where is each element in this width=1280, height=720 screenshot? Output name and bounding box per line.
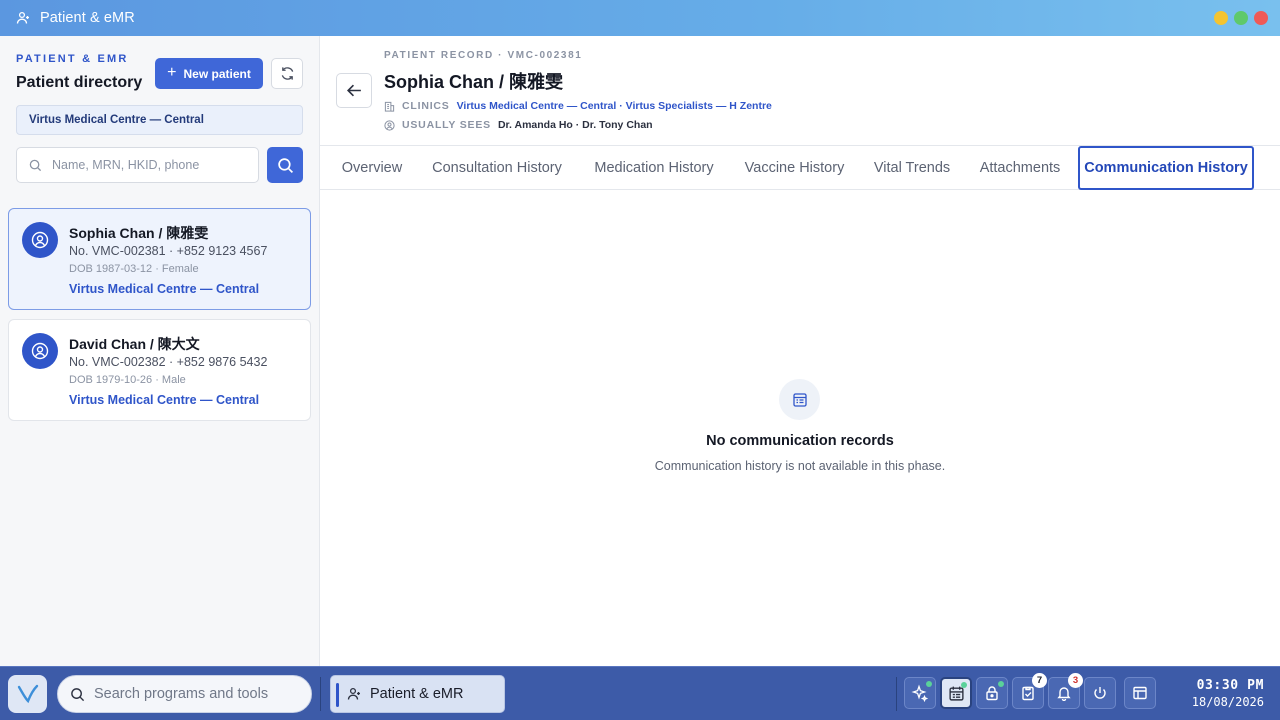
search-icon — [71, 687, 85, 701]
sparkle-icon — [911, 684, 929, 702]
patient-app-icon — [347, 687, 360, 700]
patient-record-panel: PATIENT RECORD · VMC-002381 Sophia Chan … — [320, 36, 1280, 666]
sidebar-kicker: PATIENT & EMR — [16, 53, 129, 65]
search-button[interactable] — [267, 147, 303, 183]
user-circle-icon — [31, 342, 49, 360]
tab-attachments[interactable]: Attachments — [976, 146, 1064, 190]
layout-icon — [1133, 686, 1147, 700]
notifications-button[interactable]: 3 — [1048, 673, 1083, 709]
refresh-button[interactable] — [271, 58, 303, 89]
record-kicker: PATIENT RECORD · VMC-002381 — [384, 50, 583, 61]
avatar — [22, 333, 58, 369]
record-title: Sophia Chan / 陳雅雯 — [384, 72, 564, 92]
clinics-row: CLINICS Virtus Medical Centre — Central … — [384, 100, 772, 112]
patient-search-box[interactable] — [16, 147, 259, 183]
patient-card[interactable]: Sophia Chan / 陳雅雯 No. VMC-002381 · +852 … — [8, 208, 311, 310]
lock-button[interactable] — [976, 677, 1008, 709]
taskbar-divider — [320, 677, 321, 711]
bell-icon — [1057, 687, 1071, 701]
empty-state-title: No communication records — [706, 433, 894, 449]
clipboard-check-icon — [1022, 686, 1034, 701]
record-tabs: Overview Consultation History Medication… — [320, 145, 1280, 190]
maximize-button[interactable] — [1234, 11, 1248, 25]
patient-search-input[interactable] — [52, 158, 242, 172]
tab-overview[interactable]: Overview — [340, 146, 404, 190]
user-circle-icon — [384, 119, 396, 131]
notifications-badge: 3 — [1068, 673, 1083, 688]
patient-contact: No. VMC-002382 · +852 9876 5432 — [69, 355, 268, 369]
clock-time: 03:30 PM — [1196, 678, 1264, 693]
taskbar-divider — [896, 677, 897, 711]
back-button[interactable] — [336, 73, 372, 108]
tab-vaccine-history[interactable]: Vaccine History — [741, 146, 848, 190]
patient-clinic: Virtus Medical Centre — Central — [69, 393, 260, 407]
status-dot — [998, 681, 1004, 687]
title-bar: Patient & eMR — [0, 0, 1280, 36]
task-patient-emr[interactable]: Patient & eMR — [330, 675, 505, 713]
tab-consultation-history[interactable]: Consultation History — [427, 146, 567, 190]
avatar — [22, 222, 58, 258]
arrow-left-icon — [346, 84, 361, 97]
patient-app-icon — [16, 11, 30, 25]
close-button[interactable] — [1254, 11, 1268, 25]
system-clock: 03:30 PM 18/08/2026 — [1192, 678, 1264, 709]
patient-dob: DOB 1987-03-12 · Female — [69, 263, 199, 275]
search-icon — [29, 159, 42, 171]
plus-icon: + — [167, 64, 177, 81]
tasks-button[interactable]: 7 — [1012, 673, 1047, 709]
window-title: Patient & eMR — [40, 10, 135, 26]
message-list-icon — [779, 379, 820, 420]
empty-state-subtitle: Communication history is not available i… — [654, 459, 946, 473]
clinics-label: CLINICS — [402, 100, 450, 112]
lock-icon — [986, 686, 998, 701]
tab-vital-trends[interactable]: Vital Trends — [871, 146, 953, 190]
active-indicator — [336, 683, 339, 707]
usually-sees-value: Dr. Amanda Ho · Dr. Tony Chan — [497, 119, 653, 131]
tasks-badge: 7 — [1032, 673, 1047, 688]
patient-name: Sophia Chan / 陳雅雯 — [69, 225, 209, 241]
sidebar-title: Patient directory — [16, 74, 143, 91]
search-icon — [277, 157, 293, 173]
window-controls — [1214, 11, 1268, 25]
clock-date: 18/08/2026 — [1191, 695, 1264, 709]
patient-contact: No. VMC-002381 · +852 9123 4567 — [69, 244, 268, 258]
power-button[interactable] — [1084, 677, 1116, 709]
power-icon — [1094, 687, 1106, 699]
patient-card[interactable]: David Chan / 陳大文 No. VMC-002382 · +852 9… — [8, 319, 311, 421]
new-patient-button[interactable]: + New patient — [155, 58, 263, 89]
status-dot — [961, 682, 967, 688]
refresh-icon — [281, 67, 293, 80]
usually-sees-label: USUALLY SEES — [402, 119, 491, 131]
ai-assistant-button[interactable] — [904, 677, 936, 709]
patient-sidebar: PATIENT & EMR Patient directory + New pa… — [0, 36, 320, 666]
virtus-logo-icon — [17, 684, 38, 704]
usually-sees-row: USUALLY SEES Dr. Amanda Ho · Dr. Tony Ch… — [384, 119, 653, 131]
clinics-value: Virtus Medical Centre — Central · Virtus… — [456, 100, 772, 112]
status-dot — [926, 681, 932, 687]
tab-communication-history[interactable]: Communication History — [1078, 146, 1254, 190]
calendar-button[interactable] — [940, 677, 972, 709]
program-search-input[interactable] — [94, 686, 294, 702]
building-icon — [384, 100, 396, 112]
layout-button[interactable] — [1124, 677, 1156, 709]
patient-dob: DOB 1979-10-26 · Male — [69, 374, 186, 386]
start-button[interactable] — [8, 675, 47, 713]
program-search-box[interactable] — [57, 675, 312, 713]
task-label: Patient & eMR — [370, 686, 464, 702]
clinic-filter[interactable]: Virtus Medical Centre — Central — [16, 105, 303, 135]
patient-clinic: Virtus Medical Centre — Central — [69, 282, 260, 296]
taskbar: Patient & eMR 7 3 — [0, 666, 1280, 720]
patient-name: David Chan / 陳大文 — [69, 336, 200, 352]
tab-medication-history[interactable]: Medication History — [590, 146, 718, 190]
new-patient-label: New patient — [183, 66, 251, 81]
minimize-button[interactable] — [1214, 11, 1228, 25]
user-circle-icon — [31, 231, 49, 249]
